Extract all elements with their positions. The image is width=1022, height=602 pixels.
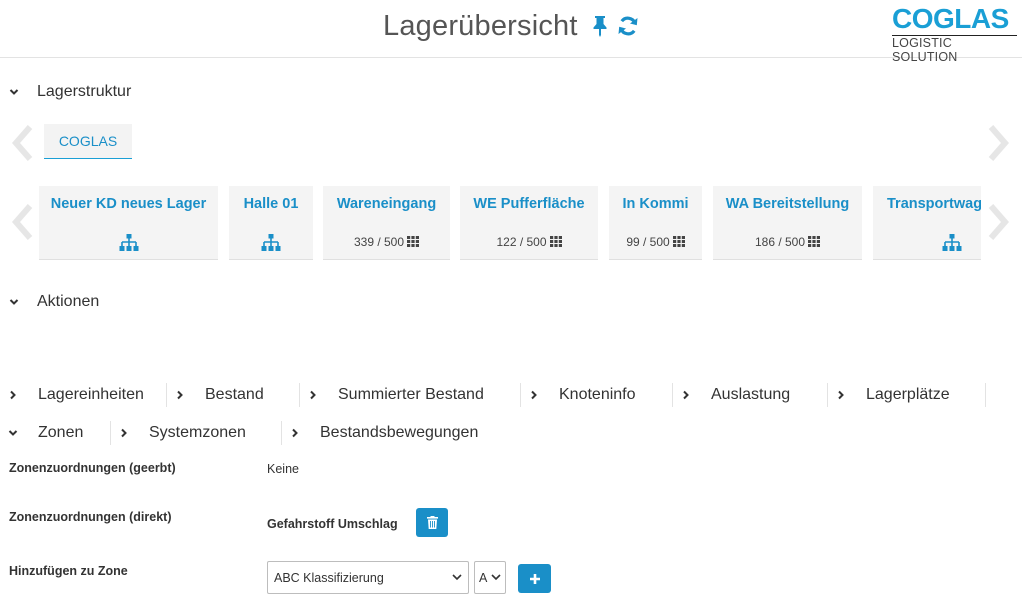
node-name: Halle 01 xyxy=(243,196,299,212)
sitemap-icon xyxy=(119,234,138,251)
page-header: Lagerübersicht COGLAS LOGISTIC SOLUTION xyxy=(0,0,1022,64)
delete-zone-button[interactable] xyxy=(416,508,448,537)
section-label: Lagerstruktur xyxy=(37,83,132,100)
chevron-right-icon xyxy=(121,428,127,438)
node-name: Wareneingang xyxy=(336,196,437,212)
chevron-down-icon xyxy=(491,574,501,581)
logo-subtitle: LOGISTIC SOLUTION xyxy=(892,35,1017,64)
tab-lagereinheiten[interactable]: Lagereinheiten xyxy=(0,383,167,407)
add-zone-label: Hinzufügen zu Zone xyxy=(9,564,128,578)
node-name: WA Bereitstellung xyxy=(725,196,850,212)
inherited-zones-value: Keine xyxy=(267,462,299,476)
capacity-text: 339 / 500 xyxy=(353,235,405,249)
chevron-right-icon xyxy=(177,390,183,400)
sitemap-icon xyxy=(261,234,281,251)
breadcrumb-root[interactable]: COGLAS xyxy=(44,124,132,159)
chevron-right-icon[interactable] xyxy=(985,124,1011,162)
tab-systemzonen[interactable]: Systemzonen xyxy=(111,421,282,445)
tab-label: Bestand xyxy=(205,386,264,403)
chevron-down-icon xyxy=(9,299,19,305)
direct-zone-name: Gefahrstoff Umschlag xyxy=(267,517,398,531)
tab-bestandsbewegungen[interactable]: Bestandsbewegungen xyxy=(282,421,502,445)
capacity-value: 122 / 500 xyxy=(460,235,598,249)
chevron-down-icon xyxy=(452,574,462,581)
chevron-down-icon xyxy=(8,430,18,436)
tab-knoteninfo[interactable]: Knoteninfo xyxy=(521,383,673,407)
inherited-zones-label: Zonenzuordnungen (geerbt) xyxy=(9,461,176,475)
capacity-value: 186 / 500 xyxy=(713,235,862,249)
chevron-right-icon xyxy=(531,390,537,400)
node-card[interactable]: In Kommi 99 / 500 xyxy=(609,186,702,260)
node-card[interactable]: Transportwag xyxy=(873,186,981,260)
direct-zones-label: Zonenzuordnungen (direkt) xyxy=(9,510,172,524)
capacity-text: 186 / 500 xyxy=(754,235,806,249)
chevron-left-icon[interactable] xyxy=(10,203,36,241)
grid-icon xyxy=(808,236,821,247)
chevron-left-icon[interactable] xyxy=(10,124,36,162)
chevron-down-icon xyxy=(9,89,19,95)
zone-select[interactable]: ABC Klassifizierung xyxy=(267,561,469,594)
section-label: Aktionen xyxy=(37,293,100,310)
detail-tabs-row-1: Lagereinheiten Bestand Summierter Bestan… xyxy=(0,383,986,407)
sitemap-icon xyxy=(942,234,962,251)
plus-icon xyxy=(529,573,540,584)
capacity-value: 339 / 500 xyxy=(323,235,450,249)
tab-zonen[interactable]: Zonen xyxy=(0,421,111,445)
grid-icon xyxy=(407,236,420,247)
chevron-right-icon xyxy=(838,390,844,400)
tab-label: Lagerplätze xyxy=(866,386,950,403)
trash-icon xyxy=(426,516,438,529)
node-name: Neuer KD neues Lager xyxy=(50,196,207,212)
chevron-right-icon[interactable] xyxy=(985,203,1011,241)
tab-label: Auslastung xyxy=(711,386,791,403)
add-zone-button[interactable] xyxy=(518,564,551,593)
node-name: WE Pufferfläche xyxy=(473,196,585,212)
company-logo: COGLAS LOGISTIC SOLUTION xyxy=(892,4,1017,66)
chevron-right-icon xyxy=(10,390,16,400)
logo-text: COGLAS xyxy=(892,3,1009,34)
chevron-right-icon xyxy=(683,390,689,400)
tab-summierter-bestand[interactable]: Summierter Bestand xyxy=(300,383,521,407)
zone-class-select[interactable]: A xyxy=(474,561,506,594)
grid-icon xyxy=(549,236,562,247)
tab-label: Systemzonen xyxy=(149,424,246,441)
node-card[interactable]: WA Bereitstellung 186 / 500 xyxy=(713,186,862,260)
tab-bestand[interactable]: Bestand xyxy=(167,383,300,407)
tab-label: Lagereinheiten xyxy=(38,386,144,403)
node-card[interactable]: WE Pufferfläche 122 / 500 xyxy=(460,186,598,260)
detail-tabs-row-2: Zonen Systemzonen Bestandsbewegungen xyxy=(0,421,502,445)
node-card[interactable]: Halle 01 xyxy=(229,186,313,260)
section-toggle-lagerstruktur[interactable]: Lagerstruktur xyxy=(9,83,131,101)
capacity-value: 99 / 500 xyxy=(609,235,702,249)
node-name: Transportwag xyxy=(887,196,981,212)
grid-icon xyxy=(672,236,685,247)
zone-class-value: A xyxy=(479,570,488,585)
tab-label: Zonen xyxy=(38,424,84,441)
node-card[interactable]: Wareneingang 339 / 500 xyxy=(323,186,450,260)
chevron-right-icon xyxy=(310,390,316,400)
capacity-text: 99 / 500 xyxy=(626,235,670,249)
tab-label: Summierter Bestand xyxy=(338,386,484,403)
page-title: Lagerübersicht xyxy=(383,10,578,42)
thumbtack-icon[interactable] xyxy=(592,15,608,37)
node-card[interactable]: Neuer KD neues Lager xyxy=(39,186,218,260)
tab-label: Knoteninfo xyxy=(559,386,636,403)
sync-icon[interactable] xyxy=(617,15,639,37)
capacity-text: 122 / 500 xyxy=(496,235,547,249)
section-toggle-aktionen[interactable]: Aktionen xyxy=(9,293,99,311)
tab-auslastung[interactable]: Auslastung xyxy=(673,383,828,407)
tab-lagerplaetze[interactable]: Lagerplätze xyxy=(828,383,986,407)
tab-label: Bestandsbewegungen xyxy=(320,424,479,441)
chevron-right-icon xyxy=(292,428,298,438)
node-name: In Kommi xyxy=(622,196,689,212)
zone-select-value: ABC Klassifizierung xyxy=(274,570,384,585)
